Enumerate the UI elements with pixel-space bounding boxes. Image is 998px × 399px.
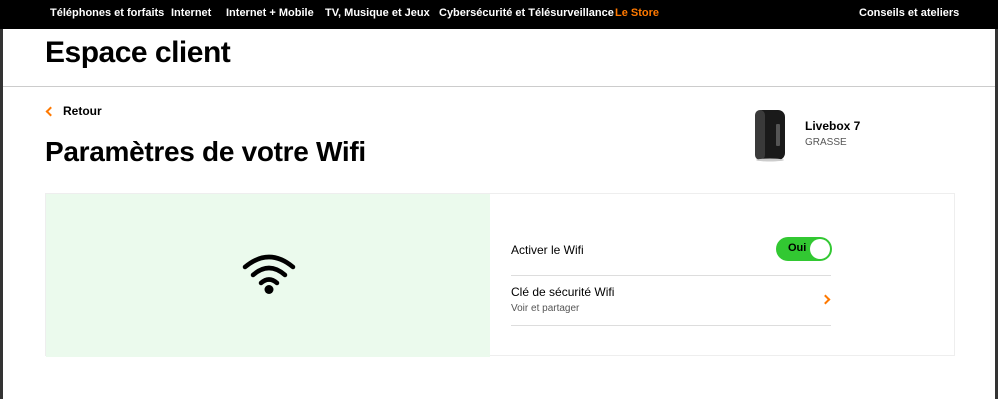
security-key-label: Clé de sécurité Wifi: [511, 285, 615, 299]
livebox-device-icon: [755, 110, 785, 162]
security-key-row[interactable]: [511, 276, 831, 324]
page-header: Espace client: [0, 29, 998, 87]
wifi-icon: [242, 254, 296, 294]
nav-item-le-store[interactable]: Le Store: [615, 7, 659, 19]
wifi-visual-panel: [46, 194, 490, 357]
nav-item-conseils-ateliers[interactable]: Conseils et ateliers: [859, 7, 959, 19]
nav-item-tv-musique-jeux[interactable]: TV, Musique et Jeux: [325, 7, 430, 19]
activate-wifi-label: Activer le Wifi: [511, 243, 584, 257]
chevron-left-icon: [45, 106, 56, 116]
top-navigation: Téléphones et forfaits Internet Internet…: [0, 0, 998, 29]
toggle-knob: [810, 239, 830, 259]
wifi-settings-card: Activer le Wifi Oui Clé de sécurité Wifi…: [45, 193, 955, 357]
security-key-sublabel: Voir et partager: [511, 303, 580, 314]
header-title: Espace client: [45, 36, 231, 69]
back-link[interactable]: Retour: [45, 104, 102, 118]
divider: [511, 325, 831, 326]
device-location: GRASSE: [805, 137, 847, 148]
wifi-toggle[interactable]: Oui: [776, 237, 832, 261]
nav-item-internet-mobile[interactable]: Internet + Mobile: [226, 7, 314, 19]
nav-item-telephones[interactable]: Téléphones et forfaits: [50, 7, 164, 19]
window-frame-left: [0, 29, 3, 399]
wifi-toggle-label: Oui: [788, 242, 807, 254]
nav-item-internet[interactable]: Internet: [171, 7, 211, 19]
page-title: Paramètres de votre Wifi: [45, 136, 366, 167]
device-name: Livebox 7: [805, 119, 861, 133]
back-link-label: Retour: [63, 104, 102, 118]
nav-item-cybersecurite[interactable]: Cybersécurité et Télésurveillance: [439, 7, 614, 19]
